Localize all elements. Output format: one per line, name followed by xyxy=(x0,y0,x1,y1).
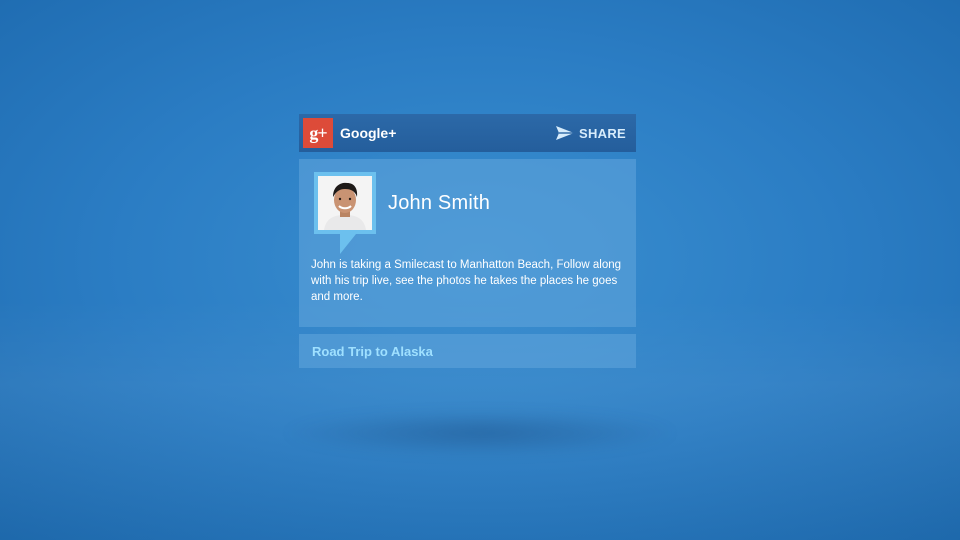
card-shadow xyxy=(280,410,680,456)
share-button[interactable]: SHARE xyxy=(555,114,626,152)
link-row[interactable]: Road Trip to Alaska xyxy=(299,334,636,368)
google-plus-icon: g+ xyxy=(303,118,333,148)
network-name: Google+ xyxy=(340,125,397,141)
post-text: John is taking a Smilecast to Manhatton … xyxy=(311,259,622,303)
user-name[interactable]: John Smith xyxy=(388,192,490,215)
avatar xyxy=(318,176,372,230)
post-body: John Smith John is taking a Smilecast to… xyxy=(299,159,636,327)
trip-link[interactable]: Road Trip to Alaska xyxy=(312,344,433,359)
social-post-card: g+ Google+ SHARE John Smith John is taki… xyxy=(299,114,636,368)
share-label: SHARE xyxy=(578,125,626,141)
avatar-frame[interactable] xyxy=(314,172,376,254)
google-plus-icon-text: g+ xyxy=(309,122,327,143)
profile-photo xyxy=(318,176,372,230)
paper-plane-icon xyxy=(555,126,574,140)
avatar-callout-tail xyxy=(340,234,356,254)
card-header: g+ Google+ SHARE xyxy=(299,114,636,152)
